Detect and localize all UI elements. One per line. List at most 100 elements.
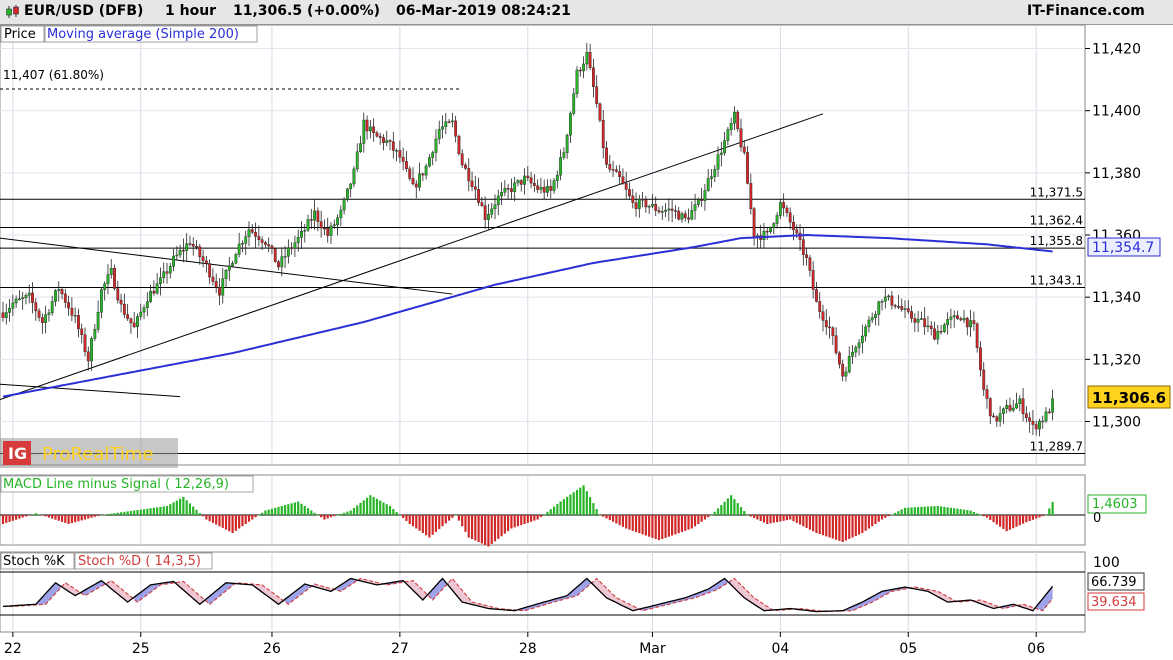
macd-bar-up: [352, 507, 356, 515]
macd-bar-down: [671, 515, 674, 536]
candle-up: [926, 325, 930, 328]
candle-down: [782, 202, 786, 209]
macd-bar-down: [605, 515, 608, 519]
macd-bar-down: [533, 515, 536, 521]
candle-up: [883, 296, 887, 302]
candle-down: [70, 307, 74, 316]
macd-bar-up: [979, 514, 982, 516]
candle-down: [323, 227, 326, 230]
candle-down: [405, 161, 408, 170]
candle-down: [982, 369, 986, 390]
macd-bar-down: [470, 515, 474, 539]
macd-bar-down: [228, 515, 231, 532]
candle-up: [73, 315, 77, 317]
macd-bar-up: [274, 507, 277, 515]
macd-bar-down: [320, 515, 323, 518]
candle-up: [775, 215, 779, 224]
macd-bar-down: [1012, 515, 1015, 529]
candle-up: [729, 123, 733, 130]
macd-bar-down: [11, 515, 14, 521]
candle-up: [920, 318, 923, 320]
candle-down: [257, 236, 261, 240]
macd-bar-down: [500, 515, 503, 537]
macd-bar-up: [106, 514, 110, 515]
candle-down: [578, 69, 582, 72]
candle-down: [654, 204, 658, 211]
macd-bar-up: [375, 498, 379, 515]
candle-down: [828, 326, 831, 329]
macd-bar-down: [57, 515, 60, 521]
macd-bar-up: [110, 513, 113, 515]
macd-bar-up: [923, 506, 926, 515]
candle-up: [172, 255, 175, 267]
macd-bar-down: [772, 515, 775, 523]
candle-up: [4, 312, 8, 318]
macd-bar-up: [946, 507, 949, 515]
macd-bar-down: [808, 515, 811, 530]
candle-down: [595, 86, 599, 104]
candle-up: [710, 176, 713, 179]
candle-up: [293, 242, 297, 249]
candle-up: [726, 129, 730, 141]
macd-bar-up: [713, 511, 716, 515]
macd-bar-down: [536, 515, 539, 520]
macd-bar-down: [753, 515, 756, 518]
macd-bar-up: [589, 497, 592, 515]
macd-bar-up: [192, 506, 195, 515]
macd-bar-up: [723, 501, 726, 515]
candle-down: [264, 242, 267, 245]
macd-bar-up: [336, 515, 339, 516]
candle-up: [1002, 408, 1005, 414]
candle-down: [454, 120, 458, 137]
candle-up: [175, 254, 179, 257]
macd-bar-down: [513, 515, 516, 528]
candle-down: [995, 416, 999, 422]
legend-ma: Moving average (Simple 200): [47, 27, 239, 42]
candle-down: [1008, 405, 1012, 411]
macd-bar-up: [152, 507, 155, 515]
candle-down: [687, 217, 690, 220]
macd-bar-down: [815, 515, 818, 533]
candle-up: [8, 307, 11, 313]
candle-up: [880, 301, 884, 303]
macd-bar-down: [825, 515, 828, 537]
legend-price: Price: [4, 27, 36, 42]
y-tick-label: 11,400: [1092, 104, 1141, 120]
macd-bar-up: [395, 512, 398, 515]
macd-bar-down: [812, 515, 815, 532]
candle-up: [332, 224, 336, 227]
candle-up: [359, 143, 362, 153]
level-label: 11,371.5: [1030, 185, 1083, 199]
macd-bar-down: [74, 515, 77, 523]
candle-down: [195, 246, 198, 248]
macd-bar-up: [346, 511, 349, 515]
candle-up: [660, 211, 664, 213]
macd-bar-down: [251, 515, 254, 520]
candle-down: [913, 318, 917, 323]
ma-value-text: 11,354.7: [1092, 240, 1154, 256]
candle-down: [979, 347, 982, 371]
candle-up: [185, 243, 189, 251]
candle-down: [1028, 417, 1032, 422]
candle-down: [641, 198, 645, 201]
macd-bar-down: [447, 515, 451, 521]
level-label: 11,355.8: [1030, 234, 1083, 248]
candle-up: [283, 256, 287, 258]
macd-bar-up: [365, 497, 369, 515]
candle-down: [267, 244, 271, 247]
macd-bar-down: [244, 515, 247, 524]
candle-down: [477, 189, 480, 203]
candle-up: [493, 204, 497, 210]
candle-down: [906, 308, 910, 312]
candle-up: [428, 157, 431, 167]
candle-down: [119, 299, 123, 305]
macd-bar-down: [798, 515, 802, 525]
candle-down: [975, 323, 979, 348]
macd-bar-down: [421, 515, 424, 533]
candle-up: [1011, 407, 1015, 411]
macd-bar-up: [264, 510, 267, 515]
macd-bar-down: [648, 515, 651, 537]
candle-up: [47, 312, 51, 315]
candle-up: [706, 178, 710, 191]
macd-bar-down: [480, 515, 483, 544]
